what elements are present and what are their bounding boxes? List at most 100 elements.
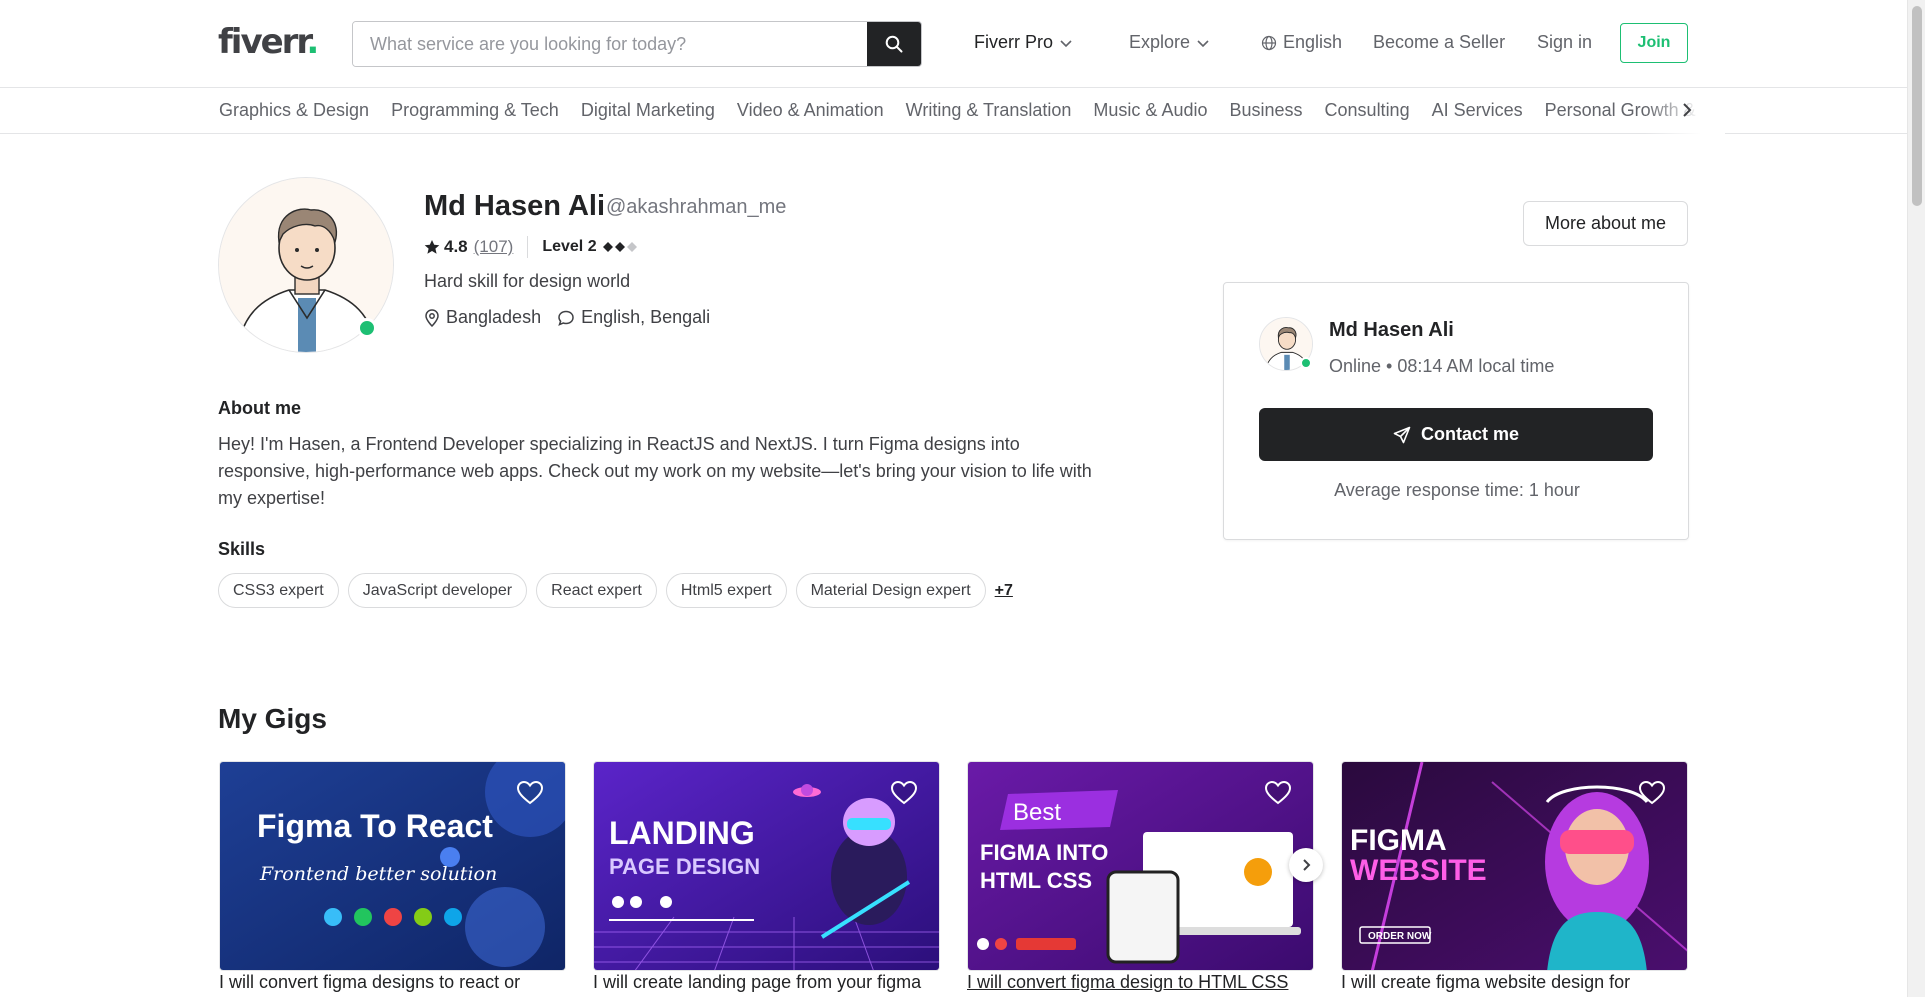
category-link[interactable]: Consulting (1325, 100, 1410, 121)
join-button[interactable]: Join (1620, 23, 1688, 63)
sign-in-label: Sign in (1537, 32, 1593, 52)
heart-icon[interactable] (1638, 780, 1666, 806)
gig-image-subtext: Frontend better solution (259, 863, 497, 885)
top-header: fiverr. Fiverr Pro Explore En (0, 0, 1907, 88)
scrollbar-thumb[interactable] (1912, 6, 1922, 206)
become-seller-link[interactable]: Become a Seller (1373, 32, 1505, 53)
gig-image-text: Best (1013, 799, 1061, 826)
category-list: Graphics & Design Programming & Tech Digit… (219, 100, 1725, 121)
become-seller-label: Become a Seller (1373, 32, 1506, 52)
explore-menu[interactable]: Explore (1129, 32, 1210, 53)
join-label: Join (1637, 34, 1671, 51)
category-link[interactable]: Writing & Translation (906, 100, 1072, 121)
vertical-scrollbar[interactable] (1907, 0, 1925, 997)
level-diamonds (602, 242, 637, 252)
divider (527, 236, 529, 258)
rating-score: 4.8 (444, 237, 468, 256)
chevron-right-icon (1303, 859, 1311, 871)
seller-username: @akashrahman_me (606, 196, 787, 218)
gig-card-image[interactable]: Figma To React Frontend better solution (219, 761, 566, 971)
gig-image-text: Figma To React (257, 808, 493, 844)
seller-location: Bangladesh (446, 307, 542, 327)
gig-image-text: LANDING (609, 815, 755, 851)
level-diamond-icon (602, 242, 613, 252)
seller-languages: English, Bengali (581, 307, 711, 327)
language-label: English (1283, 32, 1343, 52)
logo-text: fiverr (218, 22, 308, 62)
contact-me-label: Contact me (1420, 424, 1519, 444)
fiverr-pro-menu[interactable]: Fiverr Pro (974, 32, 1073, 53)
category-link[interactable]: Programming & Tech (391, 100, 559, 121)
gig-title-link[interactable]: I will create figma website design for (1341, 972, 1630, 993)
gig-card-image[interactable]: FIGMA WEBSITE ORDER NOW (1341, 761, 1688, 971)
category-link[interactable]: Music & Audio (1093, 100, 1207, 121)
heart-icon[interactable] (1264, 780, 1292, 806)
language-selector[interactable]: English (1261, 32, 1342, 53)
online-status-dot (1300, 357, 1312, 369)
gig-image-subtext: HTML CSS (980, 868, 1092, 893)
gig-thumbnail: LANDING PAGE DESIGN (594, 762, 939, 970)
heart-icon[interactable] (890, 780, 918, 806)
profile-page: fiverr. Fiverr Pro Explore En (0, 0, 1907, 997)
category-scroller: Graphics & Design Programming & Tech Digit… (183, 88, 1725, 134)
seller-level: Level 2 (542, 238, 597, 255)
category-link[interactable]: Graphics & Design (219, 100, 369, 121)
star-icon (424, 240, 440, 254)
gig-title-link[interactable]: I will convert figma design to HTML CSS (967, 972, 1288, 993)
gig-thumbnail: FIGMA WEBSITE ORDER NOW (1342, 762, 1687, 970)
gig-image-text: FIGMA (1350, 824, 1447, 857)
contact-card: Md Hasen Ali Online • 08:14 AM local tim… (1223, 282, 1689, 540)
search-input[interactable] (353, 22, 867, 66)
gig-image-subtext: ORDER NOW (1368, 931, 1432, 942)
response-time: Average response time: 1 hour (1334, 480, 1580, 500)
chevron-right-icon[interactable] (1680, 100, 1694, 120)
location-pin-icon (425, 308, 439, 327)
category-bar: Graphics & Design Programming & Tech Digit… (0, 88, 1907, 134)
gig-title-link[interactable]: I will create landing page from your fig… (593, 972, 921, 993)
location-language-row: Bangladesh English, Bengali (424, 307, 710, 328)
more-about-me-button[interactable]: More about me (1523, 201, 1688, 246)
fiverr-logo[interactable]: fiverr. (218, 22, 319, 62)
my-gigs-title: My Gigs (218, 703, 327, 734)
search-button[interactable] (867, 22, 921, 66)
skill-chip[interactable]: Html5 expert (665, 573, 787, 608)
chevron-down-icon (1197, 39, 1209, 47)
gig-thumbnail: Figma To React Frontend better solution (220, 762, 565, 970)
category-link[interactable]: Digital Marketing (581, 100, 715, 121)
gig-title-link[interactable]: I will convert figma designs to react or (219, 972, 520, 993)
card-seller-name: Md Hasen Ali (1329, 319, 1454, 341)
gig-image-subtext: WEBSITE (1350, 854, 1487, 887)
send-icon (1393, 426, 1411, 443)
category-link[interactable]: AI Services (1432, 100, 1523, 121)
level-diamond-icon (614, 242, 625, 252)
chevron-down-icon (1060, 39, 1072, 47)
skill-chip[interactable]: CSS3 expert (218, 573, 339, 608)
review-count-link[interactable]: (107) (474, 237, 514, 257)
search-icon (885, 35, 903, 53)
fiverr-pro-label: Fiverr Pro (974, 32, 1054, 52)
about-title: About me (218, 398, 301, 418)
skill-chip[interactable]: JavaScript developer (347, 573, 528, 608)
skills-title: Skills (218, 539, 266, 559)
next-image-button[interactable] (1289, 848, 1323, 882)
skills-list: CSS3 expert JavaScript developer React exp… (218, 573, 1013, 608)
category-link[interactable]: Business (1229, 100, 1302, 121)
seller-tagline: Hard skill for design world (424, 271, 631, 291)
heart-icon[interactable] (516, 780, 544, 806)
skill-chip[interactable]: React expert (536, 573, 657, 608)
gig-image-subtext: FIGMA INTO (980, 840, 1108, 865)
category-link[interactable]: Video & Animation (737, 100, 884, 121)
seller-name: Md Hasen Ali (424, 190, 606, 222)
contact-me-button[interactable]: Contact me (1259, 408, 1653, 461)
more-skills-link[interactable]: +7 (995, 582, 1013, 600)
search-bar (352, 21, 922, 67)
chat-bubble-icon (558, 310, 574, 326)
gig-card-image[interactable]: LANDING PAGE DESIGN (593, 761, 940, 971)
logo-dot: . (306, 22, 319, 62)
about-text: Hey! I'm Hasen, a Frontend Developer spe… (218, 434, 1092, 508)
rating-row: 4.8 (107) Level 2 (424, 236, 637, 258)
skill-chip[interactable]: Material Design expert (795, 573, 986, 608)
gig-card-image[interactable]: Best FIGMA INTO HTML CSS (967, 761, 1314, 971)
sign-in-link[interactable]: Sign in (1537, 32, 1592, 53)
globe-icon (1261, 35, 1277, 50)
